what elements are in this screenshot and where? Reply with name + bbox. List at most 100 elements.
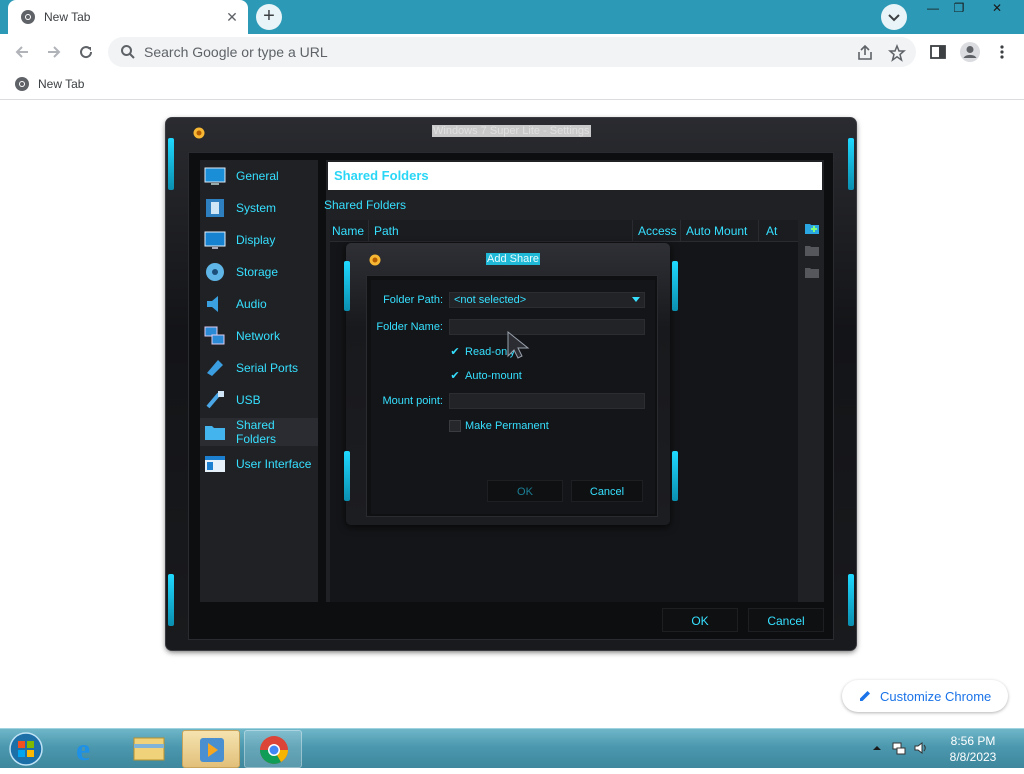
reload-button[interactable]	[72, 38, 100, 66]
sidebar-item-display[interactable]: Display	[200, 226, 318, 254]
sidebar-item-label: Storage	[236, 265, 279, 279]
settings-window-title: Windows 7 Super Lite - Settings	[432, 125, 591, 137]
sidebar-item-system[interactable]: System	[200, 194, 318, 222]
column-header-at[interactable]: At	[766, 224, 777, 238]
side-panel-button[interactable]	[924, 38, 952, 66]
bookmark-new-tab[interactable]: New Tab	[14, 76, 84, 92]
sidebar-item-label: Shared Folders	[236, 418, 277, 446]
column-header-access[interactable]: Access	[638, 224, 677, 238]
mount-point-input[interactable]	[449, 393, 645, 409]
section-label: Shared Folders	[324, 198, 407, 212]
network-tray-icon[interactable]	[892, 741, 906, 755]
bookmark-label: New Tab	[38, 77, 85, 91]
folder-name-input[interactable]	[449, 319, 645, 335]
display-icon	[204, 231, 226, 249]
folder-path-select[interactable]: <not selected>	[449, 292, 645, 308]
sidebar-item-shared-folders[interactable]: Shared Folders	[200, 418, 318, 446]
tray-expand-icon[interactable]	[870, 741, 884, 755]
shared-folders-icon	[205, 426, 225, 440]
tab-title: New Tab	[44, 10, 91, 24]
menu-button[interactable]	[988, 38, 1016, 66]
forward-button[interactable]	[40, 38, 68, 66]
taskbar: e 8:56 PM 8/8/2023	[0, 728, 1024, 768]
tab-close-icon[interactable]: ✕	[224, 9, 240, 25]
profile-button[interactable]	[956, 38, 984, 66]
more-vert-icon	[1000, 45, 1004, 59]
folder-tools	[804, 220, 822, 290]
cancel-button[interactable]: Cancel	[748, 608, 824, 632]
dialog-title: Add Share	[486, 253, 540, 265]
add-share-dialog: Add Share Folder Path: <not selected> Fo…	[344, 243, 678, 525]
taskbar-file-explorer[interactable]	[120, 730, 178, 768]
accent-bar	[672, 261, 678, 311]
sidebar-item-audio[interactable]: Audio	[200, 290, 318, 318]
audio-icon	[207, 296, 218, 312]
column-header-path[interactable]: Path	[374, 224, 399, 238]
sidebar-item-label: Network	[236, 329, 281, 343]
remove-folder-icon[interactable]	[804, 264, 820, 280]
back-button[interactable]	[8, 38, 36, 66]
dialog-ok-button[interactable]: OK	[487, 480, 563, 502]
windows-logo-icon	[9, 732, 43, 766]
mount-point-label: Mount point:	[382, 395, 443, 407]
volume-icon[interactable]	[914, 741, 928, 755]
omnibox[interactable]: Search Google or type a URL	[108, 37, 916, 67]
new-tab-button[interactable]: +	[256, 4, 282, 30]
dialog-body: Folder Path: <not selected> Folder Name:…	[371, 280, 655, 514]
bookmark-star-icon[interactable]	[888, 44, 906, 62]
column-separator	[632, 220, 633, 242]
system-clock[interactable]: 8:56 PM 8/8/2023	[938, 733, 1008, 765]
folder-name-label: Folder Name:	[376, 321, 443, 333]
chrome-icon	[260, 736, 288, 764]
read-only-checkbox[interactable]: ✔	[449, 346, 461, 358]
chevron-down-icon	[888, 14, 900, 22]
column-header-name[interactable]: Name	[332, 224, 364, 238]
sidebar-item-user-interface[interactable]: User Interface	[200, 450, 318, 478]
start-button[interactable]	[4, 731, 48, 767]
auto-mount-label: Auto-mount	[465, 370, 522, 382]
sidebar-item-usb[interactable]: USB	[200, 386, 318, 414]
accent-bar	[344, 261, 350, 311]
taskbar-internet-explorer[interactable]: e	[58, 730, 116, 768]
customize-chrome-button[interactable]: Customize Chrome	[842, 680, 1008, 712]
folder-path-label: Folder Path:	[383, 294, 443, 306]
tab-search-button[interactable]	[881, 4, 907, 30]
dialog-inner-panel: Folder Path: <not selected> Folder Name:…	[366, 275, 658, 517]
network-icon	[204, 326, 225, 345]
search-icon	[121, 45, 135, 59]
arrow-right-icon	[48, 46, 61, 58]
restore-button[interactable]: ❐	[944, 0, 974, 18]
share-icon[interactable]	[856, 44, 874, 62]
edit-folder-icon[interactable]	[804, 242, 820, 258]
ok-button[interactable]: OK	[662, 608, 738, 632]
add-folder-icon[interactable]	[804, 220, 820, 236]
system-icon	[206, 199, 224, 217]
dialog-cancel-button[interactable]: Cancel	[571, 480, 643, 502]
bookmarks-bar: New Tab	[0, 70, 1024, 100]
reload-icon	[80, 46, 93, 59]
folder-icon	[133, 737, 165, 761]
taskbar-chrome[interactable]	[244, 730, 302, 768]
sidebar-item-network[interactable]: Network	[200, 322, 318, 350]
serial-ports-icon	[207, 360, 223, 376]
tab-new-tab[interactable]: New Tab ✕	[8, 0, 248, 34]
column-header-auto-mount[interactable]: Auto Mount	[686, 224, 747, 238]
clock-date: 8/8/2023	[949, 750, 997, 764]
sidebar-item-general[interactable]: General	[200, 162, 318, 190]
sidebar-item-serial-ports[interactable]: Serial Ports	[200, 354, 318, 382]
clock-time: 8:56 PM	[950, 734, 996, 748]
sidebar-item-storage[interactable]: Storage	[200, 258, 318, 286]
settings-sidebar: General System Display Storage Audio Net…	[200, 160, 318, 602]
close-window-button[interactable]: ✕	[974, 0, 1020, 18]
accent-bar	[168, 138, 174, 190]
taskbar-media-player[interactable]	[182, 730, 240, 768]
sidebar-item-label: Serial Ports	[236, 361, 299, 375]
gear-icon	[369, 254, 381, 266]
accent-bar	[848, 574, 854, 626]
make-permanent-checkbox[interactable]	[449, 420, 461, 432]
make-permanent-label: Make Permanent	[465, 420, 549, 432]
settings-button-bar: OK Cancel	[200, 606, 824, 636]
auto-mount-checkbox[interactable]: ✔	[449, 370, 461, 382]
chrome-favicon-icon	[15, 77, 29, 91]
customize-chrome-label: Customize Chrome	[880, 688, 992, 704]
